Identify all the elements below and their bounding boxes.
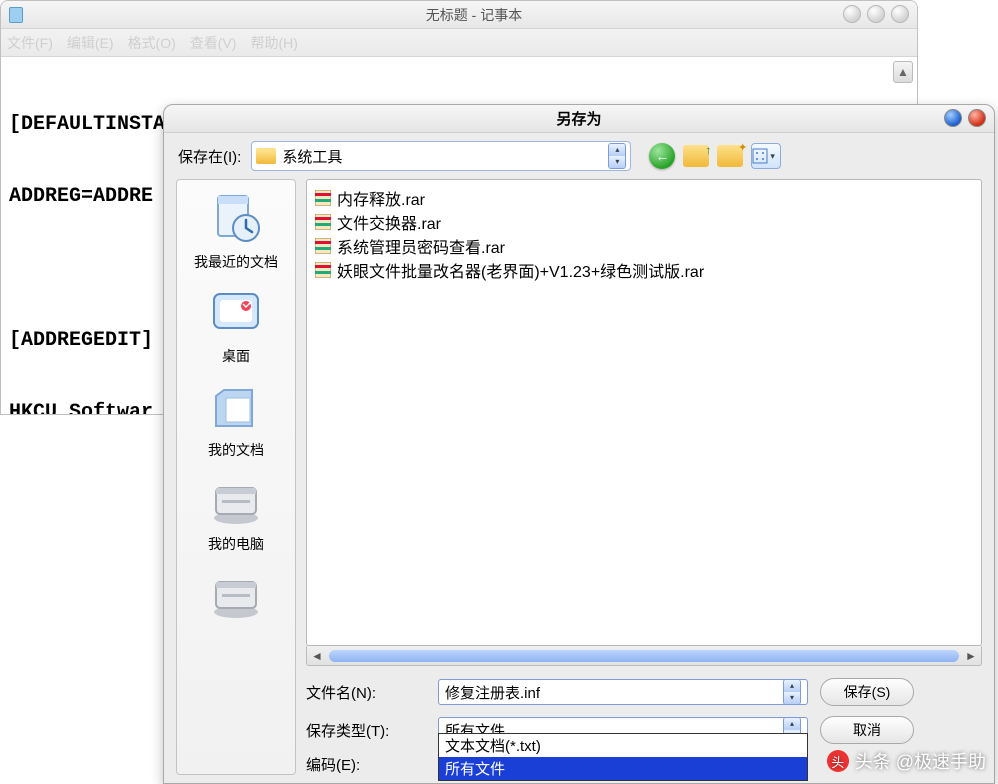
maximize-button[interactable] [867,5,885,23]
scroll-up-button[interactable]: ▲ [893,61,913,83]
place-recent[interactable]: 我最近的文档 [179,186,293,278]
dropdown-option[interactable]: 文本文档(*.txt) [439,734,807,757]
list-item[interactable]: 内存释放.rar [315,186,973,210]
desktop-icon [206,284,266,344]
place-desktop[interactable]: 桌面 [179,280,293,372]
list-item[interactable]: 系统管理员密码查看.rar [315,234,973,258]
save-in-spinner[interactable]: ▴▾ [608,143,626,169]
places-sidebar: 我最近的文档 桌面 我的文档 我的电脑 [176,179,296,775]
recent-documents-icon [206,190,266,250]
scroll-left-icon[interactable]: ◄ [307,649,327,663]
filename-input[interactable]: 修复注册表.inf ▴▾ [438,679,808,705]
menu-edit[interactable]: 编辑(E) [67,33,114,53]
dialog-close-button[interactable] [968,109,986,127]
watermark-text: 头条 @极速手助 [855,748,986,774]
place-network[interactable] [179,562,293,634]
list-item[interactable]: 文件交换器.rar [315,210,973,234]
save-button[interactable]: 保存(S) [820,678,914,706]
place-mydocs[interactable]: 我的文档 [179,374,293,466]
nav-new-folder-icon[interactable] [717,145,743,167]
notepad-icon [9,7,23,23]
save-in-label: 保存在(I): [178,146,241,167]
dropdown-option-selected[interactable]: 所有文件 [439,757,807,780]
save-in-value: 系统工具 [282,146,608,167]
menu-file[interactable]: 文件(F) [7,33,53,53]
place-computer[interactable]: 我的电脑 [179,468,293,560]
encoding-label: 编码(E): [306,754,426,775]
filename-value: 修复注册表.inf [445,682,540,703]
watermark-icon: 头 [827,750,849,772]
file-name: 文件交换器.rar [337,210,441,234]
menu-format[interactable]: 格式(O) [128,33,176,53]
rar-icon [315,190,331,206]
rar-icon [315,238,331,254]
dialog-title: 另存为 [164,108,994,129]
place-mydocs-label: 我的文档 [179,440,293,460]
notepad-menubar: 文件(F) 编辑(E) 格式(O) 查看(V) 帮助(H) [1,29,917,57]
horizontal-scrollbar[interactable]: ◄ ► [306,646,982,666]
menu-help[interactable]: 帮助(H) [250,33,297,53]
filename-label: 文件名(N): [306,682,426,703]
file-name: 系统管理员密码查看.rar [337,234,505,258]
nav-up-icon[interactable] [683,145,709,167]
place-desktop-label: 桌面 [179,346,293,366]
cancel-button[interactable]: 取消 [820,716,914,744]
my-computer-icon [206,472,266,532]
file-name: 内存释放.rar [337,186,425,210]
network-icon [206,566,266,626]
file-list[interactable]: 内存释放.rar 文件交换器.rar 系统管理员密码查看.rar 妖眼文件批量改… [306,179,982,646]
place-computer-label: 我的电脑 [179,534,293,554]
rar-icon [315,214,331,230]
notepad-titlebar: 无标题 - 记事本 [1,1,917,29]
view-mode-button[interactable]: ▾ [751,143,781,169]
savetype-label: 保存类型(T): [306,720,426,741]
scroll-right-icon[interactable]: ► [961,649,981,663]
close-button[interactable] [891,5,909,23]
minimize-button[interactable] [843,5,861,23]
savetype-dropdown[interactable]: 文本文档(*.txt) 所有文件 [438,733,808,781]
dialog-titlebar: 另存为 [164,105,994,133]
chevron-down-icon: ▾ [770,151,780,162]
rar-icon [315,262,331,278]
filename-spinner[interactable]: ▴▾ [783,679,801,705]
scrollbar-thumb[interactable] [329,650,959,662]
file-name: 妖眼文件批量改名器(老界面)+V1.23+绿色测试版.rar [337,258,704,282]
menu-view[interactable]: 查看(V) [190,33,237,53]
save-in-select[interactable]: 系统工具 ▴▾ [251,141,631,171]
place-recent-label: 我最近的文档 [179,252,293,272]
notepad-title: 无标题 - 记事本 [31,5,917,25]
location-bar: 保存在(I): 系统工具 ▴▾ ← ▾ [164,133,994,179]
folder-icon [256,148,276,164]
nav-back-icon[interactable]: ← [649,143,675,169]
save-as-dialog: 另存为 保存在(I): 系统工具 ▴▾ ← ▾ [163,104,995,784]
my-documents-icon [206,378,266,438]
dialog-minimize-button[interactable] [944,109,962,127]
watermark: 头 头条 @极速手助 [827,748,986,774]
list-item[interactable]: 妖眼文件批量改名器(老界面)+V1.23+绿色测试版.rar [315,258,973,282]
